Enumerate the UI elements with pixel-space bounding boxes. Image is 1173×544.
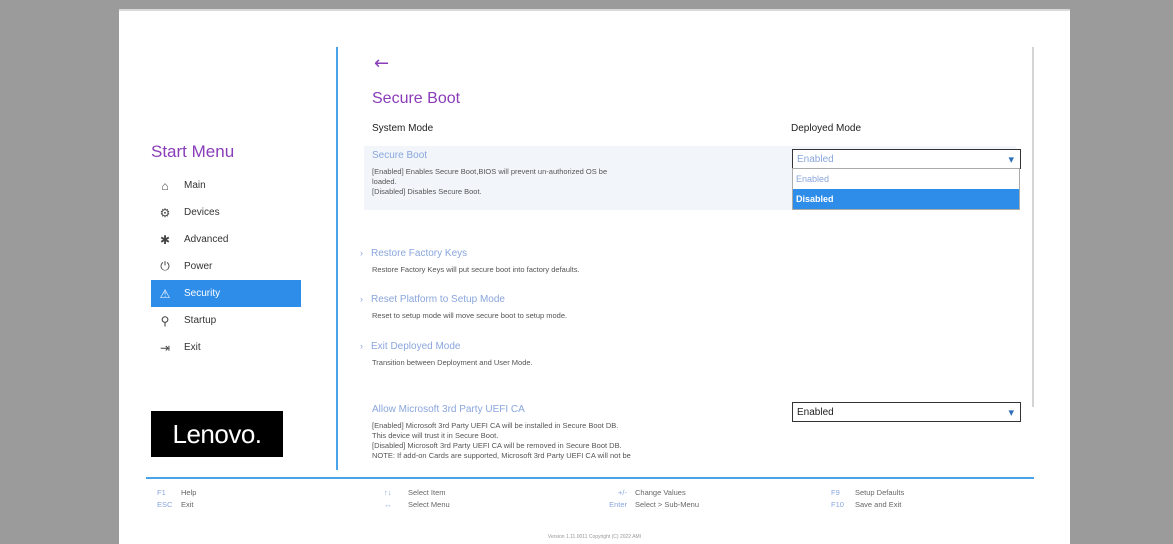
chevron-down-icon: ▾ <box>1008 407 1014 419</box>
key-esc: ESC <box>157 499 173 509</box>
footer-item: Enter Select > Sub-Menu <box>597 498 699 510</box>
sidebar-item-label: Security <box>184 288 221 299</box>
desc-line: [Disabled] Disables Secure Boot. <box>372 187 482 196</box>
desc-line: [Enabled] Microsoft 3rd Party UEFI CA wi… <box>372 421 619 430</box>
key-f1: F1 <box>157 487 166 497</box>
start-menu-nav: ⌂ Main ⚙ Devices ✱ Advanced ⏻ Power ⚠ Se… <box>151 172 301 361</box>
ms-uefi-title: Allow Microsoft 3rd Party UEFI CA <box>372 404 525 415</box>
system-mode-label: System Mode <box>372 123 434 134</box>
secure-boot-dropdown: Enabled Disabled <box>792 168 1020 210</box>
footer-item: F1 Help <box>157 486 196 498</box>
setup-defaults-label: Setup Defaults <box>855 487 905 497</box>
change-values-label: Change Values <box>635 487 686 497</box>
reset-platform-desc: Reset to setup mode will move secure boo… <box>372 311 568 320</box>
advanced-icon: ✱ <box>159 232 171 247</box>
exit-deployed-mode-desc: Transition between Deployment and User M… <box>372 358 533 367</box>
exit-icon: ⇥ <box>159 340 171 355</box>
security-icon: ⚠ <box>159 286 171 301</box>
key-f10: F10 <box>831 499 844 509</box>
exit-deployed-mode-item[interactable]: › Exit Deployed Mode <box>360 341 461 352</box>
save-exit-label: Save and Exit <box>855 499 902 509</box>
footer-item: ↔ Select Menu <box>384 498 450 510</box>
system-mode-value: Deployed Mode <box>791 123 862 134</box>
footer-item: ESC Exit <box>157 498 196 510</box>
sidebar: Start Menu ⌂ Main ⚙ Devices ✱ Advanced ⏻… <box>119 9 339 479</box>
power-icon: ⏻ <box>160 259 170 273</box>
restore-factory-keys-desc: Restore Factory Keys will put secure boo… <box>372 265 580 274</box>
key-enter: Enter <box>609 499 627 509</box>
key-up-down: ↑↓ <box>384 487 392 497</box>
footer-item: F9 Setup Defaults <box>831 486 904 498</box>
secure-boot-select[interactable]: Enabled ▾ <box>792 149 1021 169</box>
sidebar-item-label: Advanced <box>184 234 229 245</box>
key-f9: F9 <box>831 487 840 497</box>
secure-boot-description: [Enabled] Enables Secure Boot,BIOS will … <box>372 167 712 197</box>
sidebar-item-security[interactable]: ⚠ Security <box>151 280 301 307</box>
select-menu-label: Select Menu <box>408 499 450 509</box>
sidebar-item-label: Exit <box>184 342 201 353</box>
dropdown-option-enabled[interactable]: Enabled <box>793 169 1019 189</box>
page-title: Secure Boot <box>372 90 461 107</box>
lenovo-logo: Lenovo. <box>151 411 283 457</box>
footer-item: +/- Change Values <box>597 486 699 498</box>
secure-boot-title: Secure Boot <box>372 150 428 161</box>
footer-divider <box>146 477 1034 479</box>
exit-label: Exit <box>181 499 194 509</box>
sidebar-item-exit[interactable]: ⇥ Exit <box>151 334 301 361</box>
footer-item: F10 Save and Exit <box>831 498 904 510</box>
select-submenu-label: Select > Sub-Menu <box>635 499 699 509</box>
chevron-right-icon: › <box>360 294 363 304</box>
main-content: ← Secure Boot System Mode Deployed Mode … <box>338 9 1038 479</box>
restore-factory-keys-item[interactable]: › Restore Factory Keys <box>360 248 467 259</box>
scrollbar[interactable] <box>1032 47 1034 407</box>
sidebar-item-power[interactable]: ⏻ Power <box>151 253 301 280</box>
key-left-right: ↔ <box>384 499 392 509</box>
restore-factory-keys-title: Restore Factory Keys <box>371 248 468 259</box>
desc-line: [Enabled] Enables Secure Boot,BIOS will … <box>372 167 608 176</box>
footer-save-group: F9 Setup Defaults F10 Save and Exit <box>831 486 904 510</box>
start-menu-title: Start Menu <box>151 142 235 161</box>
desc-line: NOTE: If add-on Cards are supported, Mic… <box>372 451 631 460</box>
dropdown-option-disabled[interactable]: Disabled <box>793 189 1019 209</box>
devices-icon: ⚙ <box>159 205 171 220</box>
help-label: Help <box>181 487 197 497</box>
reset-platform-title: Reset Platform to Setup Mode <box>371 294 505 305</box>
chevron-down-icon: ▾ <box>1008 154 1014 166</box>
secure-boot-select-value: Enabled <box>797 153 834 165</box>
desc-line: This device will trust it in Secure Boot… <box>372 431 499 440</box>
ms-uefi-select[interactable]: Enabled ▾ <box>792 402 1021 422</box>
sidebar-item-label: Devices <box>184 207 220 218</box>
ms-uefi-select-value: Enabled <box>797 406 834 418</box>
back-arrow-icon[interactable]: ← <box>374 53 389 74</box>
chevron-right-icon: › <box>360 341 363 351</box>
sidebar-item-main[interactable]: ⌂ Main <box>151 172 301 199</box>
exit-deployed-mode-title: Exit Deployed Mode <box>371 341 461 352</box>
reset-platform-item[interactable]: › Reset Platform to Setup Mode <box>360 294 505 305</box>
key-plus-minus: +/- <box>618 487 627 497</box>
sidebar-item-advanced[interactable]: ✱ Advanced <box>151 226 301 253</box>
desc-line: loaded. <box>372 177 397 186</box>
footer-change-group: +/- Change Values Enter Select > Sub-Menu <box>597 486 699 510</box>
ms-uefi-description: [Enabled] Microsoft 3rd Party UEFI CA wi… <box>372 421 752 461</box>
desc-line: [Disabled] Microsoft 3rd Party UEFI CA w… <box>372 441 622 450</box>
startup-icon: ⚲ <box>160 313 170 328</box>
version-text: Version 1.11.0011 Copyright (C) 2022 AMI <box>547 534 642 540</box>
select-item-label: Select Item <box>408 487 446 497</box>
sidebar-item-label: Power <box>184 261 213 272</box>
footer-help-group: F1 Help ESC Exit <box>157 486 196 510</box>
sidebar-item-label: Main <box>184 180 206 191</box>
sidebar-item-label: Startup <box>184 315 217 326</box>
footer-select-group: ↑↓ Select Item ↔ Select Menu <box>384 486 450 510</box>
sidebar-item-devices[interactable]: ⚙ Devices <box>151 199 301 226</box>
bios-screen: Start Menu ⌂ Main ⚙ Devices ✱ Advanced ⏻… <box>119 9 1070 544</box>
footer-item: ↑↓ Select Item <box>384 486 450 498</box>
chevron-right-icon: › <box>360 248 363 258</box>
home-icon: ⌂ <box>161 178 169 193</box>
sidebar-item-startup[interactable]: ⚲ Startup <box>151 307 301 334</box>
